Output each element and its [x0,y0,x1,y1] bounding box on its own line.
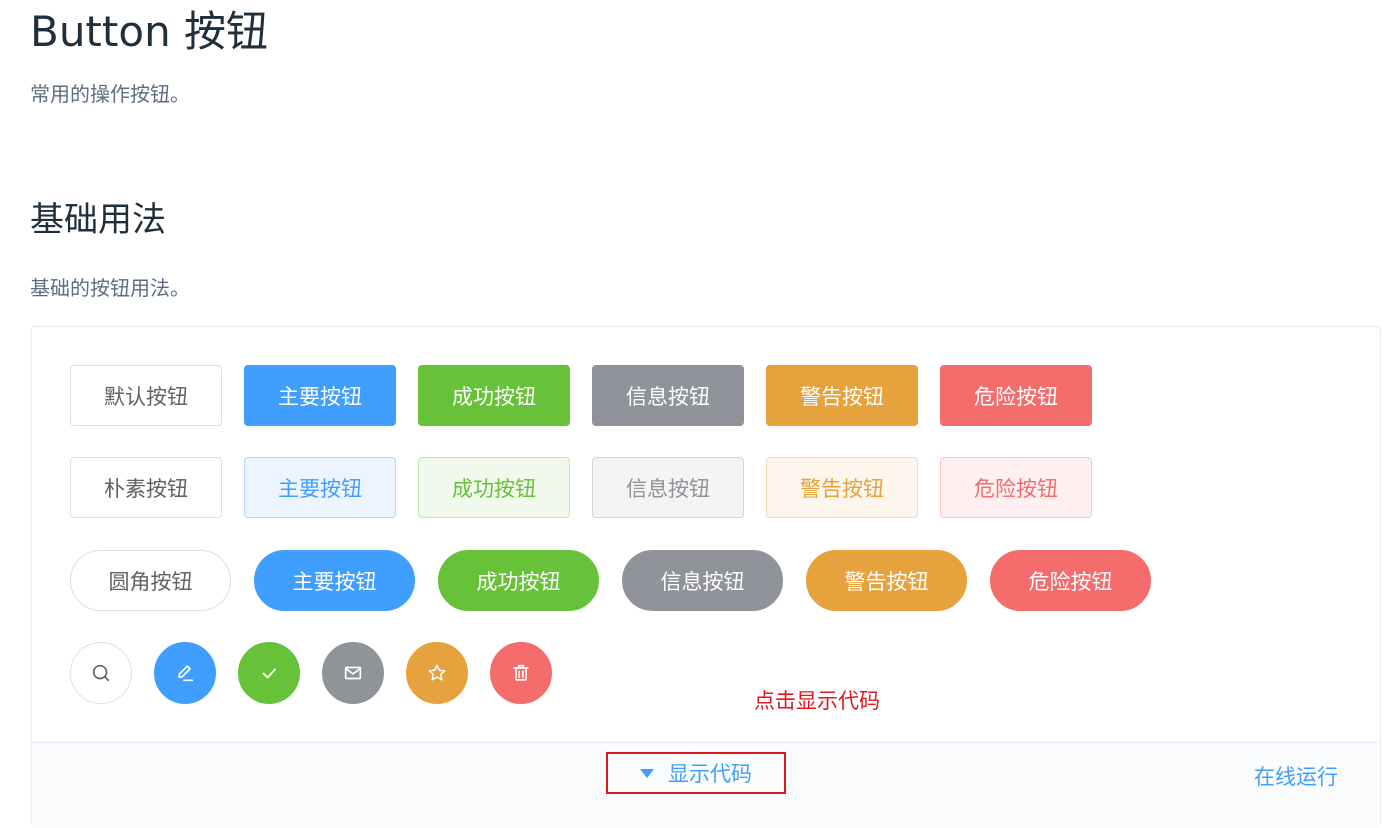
round-success-button[interactable]: 成功按钮 [438,550,599,611]
circle-star-button[interactable] [406,642,468,704]
plain-primary-button[interactable]: 主要按钮 [244,457,396,518]
primary-button[interactable]: 主要按钮 [244,365,396,426]
demo-block: 默认按钮 主要按钮 成功按钮 信息按钮 警告按钮 危险按钮 朴素按钮 主要按钮 … [31,326,1381,828]
message-icon [344,666,362,680]
online-run-link[interactable]: 在线运行 [1254,763,1338,791]
show-code-label: 显示代码 [668,762,752,786]
warning-button[interactable]: 警告按钮 [766,365,918,426]
circle-message-button[interactable] [322,642,384,704]
plain-buttons-row: 朴素按钮 主要按钮 成功按钮 信息按钮 警告按钮 危险按钮 [70,457,1114,518]
annotation-label: 点击显示代码 [754,689,880,713]
circle-edit-button[interactable] [154,642,216,704]
danger-button[interactable]: 危险按钮 [940,365,1092,426]
plain-danger-button[interactable]: 危险按钮 [940,457,1092,518]
section-title: 基础用法 [30,200,166,240]
circle-delete-button[interactable] [490,642,552,704]
demo-control-bar: 显示代码 在线运行 [32,742,1380,828]
search-icon [92,664,110,682]
plain-warning-button[interactable]: 警告按钮 [766,457,918,518]
round-warning-button[interactable]: 警告按钮 [806,550,967,611]
star-icon [428,664,446,681]
round-danger-button[interactable]: 危险按钮 [990,550,1151,611]
default-button[interactable]: 默认按钮 [70,365,222,426]
round-buttons-row: 圆角按钮 主要按钮 成功按钮 信息按钮 警告按钮 危险按钮 [70,550,1174,611]
caret-down-icon [640,768,654,778]
circle-buttons-row [70,642,574,704]
success-button[interactable]: 成功按钮 [418,365,570,426]
check-icon [262,668,276,679]
round-primary-button[interactable]: 主要按钮 [254,550,415,611]
section-description: 基础的按钮用法。 [30,276,190,300]
circle-check-button[interactable] [238,642,300,704]
page-title: Button 按钮 [30,7,269,56]
round-default-button[interactable]: 圆角按钮 [70,550,231,611]
round-info-button[interactable]: 信息按钮 [622,550,783,611]
plain-info-button[interactable]: 信息按钮 [592,457,744,518]
info-button[interactable]: 信息按钮 [592,365,744,426]
plain-success-button[interactable]: 成功按钮 [418,457,570,518]
edit-icon [178,665,194,682]
page-description: 常用的操作按钮。 [30,82,190,106]
delete-icon [513,664,529,681]
default-buttons-row: 默认按钮 主要按钮 成功按钮 信息按钮 警告按钮 危险按钮 [70,365,1114,426]
plain-default-button[interactable]: 朴素按钮 [70,457,222,518]
show-code-button[interactable]: 显示代码 [606,752,786,794]
circle-search-button[interactable] [70,642,132,704]
